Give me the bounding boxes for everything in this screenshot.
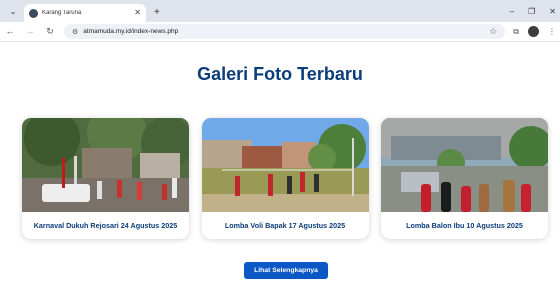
gallery-caption: Lomba Balon Ibu 10 Agustus 2025 [406, 221, 523, 230]
gallery-card[interactable]: Lomba Voli Bapak 17 Agustus 2025 [201, 118, 369, 239]
profile-avatar[interactable] [528, 26, 539, 37]
url-field[interactable]: ⚙ atmamuda.my.id/index-news.php ☆ [64, 24, 506, 39]
address-bar: ← → ↻ ⚙ atmamuda.my.id/index-news.php ☆ … [0, 22, 560, 42]
url-text[interactable]: atmamuda.my.id/index-news.php [83, 28, 484, 35]
forward-icon[interactable]: → [24, 27, 36, 36]
bookmark-star-icon[interactable]: ☆ [489, 26, 497, 37]
reload-icon[interactable]: ↻ [44, 27, 56, 36]
page-content: Galeri Foto Terbaru Karnaval Dukuh Rejos… [0, 42, 560, 298]
site-info-icon[interactable]: ⚙ [72, 28, 78, 36]
close-tab-icon[interactable]: ✕ [134, 9, 141, 17]
view-more-button[interactable]: Lihat Selengkapnya [244, 262, 328, 279]
photo-gallery: Karnaval Dukuh Rejosari 24 Agustus 2025 [22, 118, 548, 239]
gallery-caption: Karnaval Dukuh Rejosari 24 Agustus 2025 [33, 221, 178, 230]
gallery-photo-volleyball[interactable] [201, 118, 369, 212]
site-favicon-icon [29, 8, 38, 18]
tab-search-icon[interactable]: ⌄ [6, 4, 20, 18]
gallery-caption: Lomba Voli Bapak 17 Agustus 2025 [224, 221, 346, 230]
new-tab-icon[interactable]: + [154, 8, 160, 18]
tab-strip: ⌄ Karang Taruna ✕ + – ❐ ✕ [0, 0, 560, 22]
toolbar: ⧉ ⋮ [513, 26, 556, 37]
window-controls: – ❐ ✕ [510, 0, 560, 22]
browser-tab[interactable]: Karang Taruna ✕ [24, 4, 146, 22]
tab-title: Karang Taruna [42, 10, 82, 16]
close-window-icon[interactable]: ✕ [549, 7, 556, 16]
maximize-icon[interactable]: ❐ [528, 7, 535, 16]
gallery-photo-balloon[interactable] [381, 118, 548, 212]
back-icon[interactable]: ← [4, 27, 16, 36]
gallery-photo-carnival[interactable] [22, 118, 189, 212]
minimize-icon[interactable]: – [510, 7, 514, 16]
extensions-icon[interactable]: ⧉ [513, 27, 519, 37]
page-title: Galeri Foto Terbaru [197, 64, 363, 84]
gallery-card[interactable]: Lomba Balon Ibu 10 Agustus 2025 [381, 118, 548, 239]
gallery-card[interactable]: Karnaval Dukuh Rejosari 24 Agustus 2025 [22, 118, 189, 239]
menu-icon[interactable]: ⋮ [548, 27, 556, 36]
